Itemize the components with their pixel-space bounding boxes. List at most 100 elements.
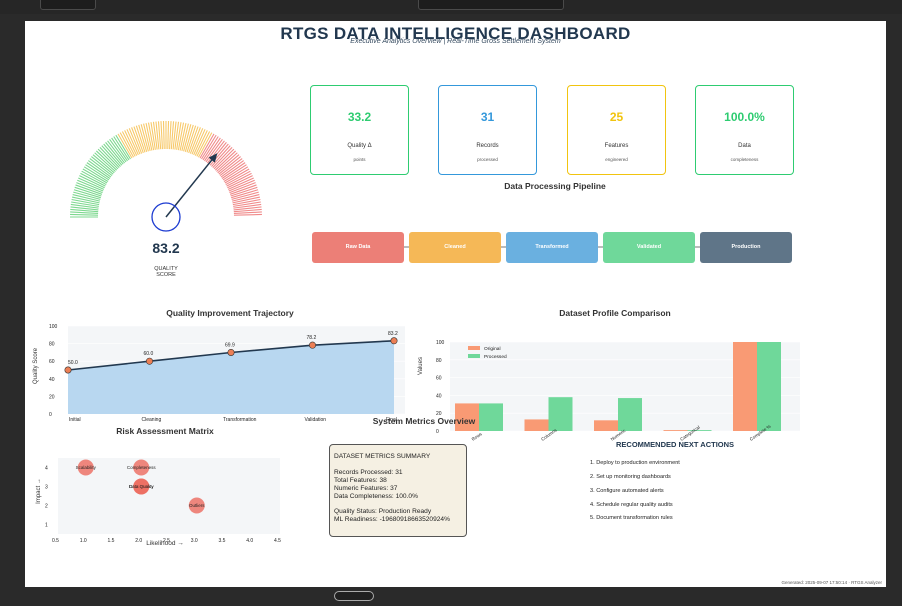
- data-point: [146, 357, 154, 365]
- kpi-sublabel: points: [353, 157, 366, 162]
- x-tick-label: 3.0: [191, 538, 198, 544]
- gauge-needle: [165, 155, 216, 218]
- pipeline-stage-transformed: Transformed: [506, 232, 598, 263]
- kpi-label: Features: [604, 143, 629, 149]
- metrics-summary-box: DATASET METRICS SUMMARY Records Processe…: [329, 444, 467, 537]
- action-item: 4. Schedule regular quality audits: [590, 502, 673, 508]
- chart-title: Quality Improvement Trajectory: [166, 308, 294, 318]
- x-tick-label: 1.5: [108, 538, 115, 544]
- y-tick-label: 40: [49, 377, 55, 383]
- y-tick-label: 3: [45, 485, 48, 491]
- y-axis-label: Impact →: [36, 478, 42, 504]
- y-tick-label: 1: [45, 523, 48, 529]
- system-metrics-title: System Metrics Overview: [372, 416, 476, 426]
- legend-swatch: [468, 346, 480, 350]
- y-tick-label: 100: [436, 340, 445, 346]
- x-tick-label: Rows: [471, 431, 484, 442]
- y-tick-label: 100: [49, 324, 58, 330]
- summary-status-line: ML Readiness: -19680918663520924%: [334, 516, 450, 523]
- kpi-value: 25: [609, 110, 624, 124]
- dataset-profile-chart: Dataset Profile Comparison Values 020406…: [418, 308, 800, 442]
- y-axis-label: Values: [418, 357, 424, 375]
- x-tick-label: 2.0: [135, 538, 142, 544]
- data-label: 50.0: [68, 360, 78, 366]
- data-point: [390, 337, 398, 345]
- y-tick-label: 4: [45, 466, 48, 472]
- chart-title: Dataset Profile Comparison: [559, 308, 670, 318]
- bar-original: [524, 419, 549, 431]
- gauge-value: 83.2: [152, 240, 179, 256]
- y-tick-label: 60: [436, 376, 442, 382]
- gauge-tick: [160, 121, 163, 150]
- page-input[interactable]: [40, 0, 96, 10]
- pipeline-stage-cleaned: Cleaned: [409, 232, 501, 263]
- x-tick-label: 3.5: [219, 538, 226, 544]
- action-item: 3. Configure automated alerts: [590, 488, 664, 494]
- x-tick-label: 2.5: [163, 538, 170, 544]
- x-tick-label: Validation: [305, 417, 327, 423]
- bar-processed: [548, 397, 573, 431]
- kpi-label: Records: [476, 143, 499, 149]
- gauge-tick: [167, 121, 170, 150]
- risk-point-label: Scalability: [76, 465, 97, 470]
- kpi-value: 31: [480, 110, 495, 124]
- bar-original: [663, 430, 688, 431]
- y-tick-label: 80: [436, 358, 442, 364]
- gauge-tick: [169, 121, 172, 150]
- kpi-card-completeness: 100.0% Data completeness: [695, 85, 794, 175]
- y-tick-label: 20: [49, 394, 55, 400]
- data-point: [227, 348, 235, 356]
- data-label: 83.2: [388, 331, 398, 337]
- zoom-select[interactable]: [418, 0, 564, 10]
- legend-label: Processed: [484, 354, 507, 360]
- data-label: 60.0: [144, 351, 154, 357]
- gauge-tick: [233, 211, 262, 214]
- pipeline-title: Data Processing Pipeline: [504, 181, 606, 191]
- risk-point-label: Data Quality: [129, 484, 155, 489]
- bar-original: [733, 342, 757, 431]
- pipeline-stage-validated: Validated: [603, 232, 695, 263]
- kpi-sublabel: processed: [477, 157, 498, 162]
- summary-heading: DATASET METRICS SUMMARY: [334, 453, 431, 460]
- kpi-card-records: 31 Records processed: [438, 85, 537, 175]
- action-item: 5. Document transformation rules: [590, 515, 673, 521]
- risk-matrix-chart: Risk Assessment Matrix Impact → Likeliho…: [36, 426, 281, 547]
- gauge-tick: [70, 213, 99, 216]
- gauge-tick: [162, 121, 165, 150]
- actions-title: RECOMMENDED NEXT ACTIONS: [616, 440, 735, 449]
- pipeline-stage-raw: Raw Data: [312, 232, 404, 263]
- dashboard-subtitle: Executive Analytics Overview | Real-Time…: [350, 38, 561, 45]
- kpi-card-quality: 33.2 Quality Δ points: [310, 85, 409, 175]
- y-tick-label: 0: [436, 429, 439, 435]
- y-tick-label: 60: [49, 359, 55, 365]
- viewer-bottom-bar: [0, 590, 902, 606]
- viewer-toolbar: [0, 0, 902, 14]
- risk-point-label: Completeness: [127, 465, 157, 470]
- action-item: 2. Set up monitoring dashboards: [590, 474, 671, 480]
- pipeline-stage-production: Production: [700, 232, 792, 263]
- data-label: 69.9: [225, 342, 235, 348]
- bar-processed: [757, 342, 781, 431]
- kpi-value: 33.2: [347, 110, 372, 124]
- y-tick-label: 0: [49, 412, 52, 418]
- legend-label: Original: [484, 346, 501, 352]
- action-item: 1. Deploy to production environment: [590, 460, 680, 466]
- x-tick-label: 4.0: [246, 538, 253, 544]
- quality-gauge: 83.2 QUALITY SCORE: [70, 121, 262, 278]
- generated-footer: Generated: 2025-09-07 17:50:14 · RTGS An…: [781, 580, 882, 585]
- legend-swatch: [468, 354, 480, 358]
- page-indicator[interactable]: [334, 591, 374, 601]
- data-point: [308, 341, 316, 349]
- risk-point-label: Outliers: [189, 503, 205, 508]
- kpi-card-features: 25 Features engineered: [567, 85, 666, 175]
- dashboard-sheet: RTGS DATA INTELLIGENCE DASHBOARD Executi…: [25, 21, 886, 587]
- y-tick-label: 2: [45, 504, 48, 510]
- gauge-tick: [233, 213, 262, 216]
- x-tick-label: 4.5: [274, 538, 281, 544]
- y-axis-label: Quality Score: [33, 347, 39, 384]
- x-tick-label: 1.0: [80, 538, 87, 544]
- data-point: [64, 366, 72, 374]
- chart-title: Risk Assessment Matrix: [116, 426, 214, 436]
- y-tick-label: 40: [436, 393, 442, 399]
- kpi-value: 100.0%: [724, 110, 765, 124]
